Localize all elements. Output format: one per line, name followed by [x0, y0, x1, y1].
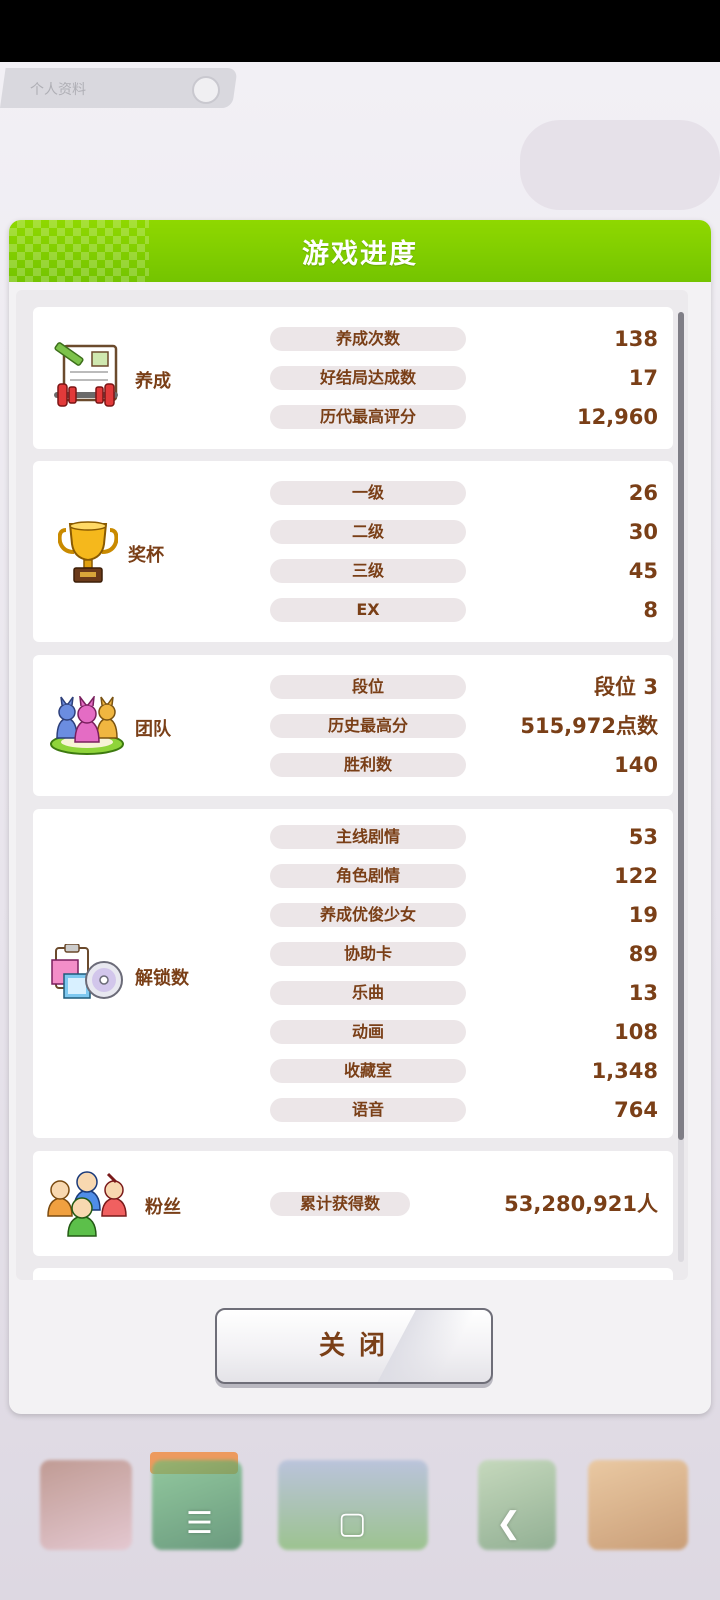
- music-value: 13: [628, 981, 658, 1005]
- training-notebook-dumbbell-icon: [54, 342, 118, 407]
- trophy-label: 奖杯: [128, 545, 164, 566]
- fans-label: 粉丝: [145, 1197, 181, 1218]
- profile-tab-label: 个人资料: [30, 82, 86, 98]
- status-bar: [0, 0, 720, 62]
- unlock-card: [33, 809, 673, 1138]
- training-label: 养成: [135, 371, 171, 392]
- scrollbar-thumb[interactable]: [678, 312, 684, 1140]
- fans-total-value: 53,280,921人: [504, 1192, 658, 1216]
- trophy-grade2-value: 30: [628, 520, 658, 544]
- menu-icon[interactable]: ☰: [186, 1506, 213, 1541]
- gold-trophy-icon: [58, 521, 118, 583]
- home-icon[interactable]: ▢: [338, 1506, 366, 1541]
- nav-gacha-icon[interactable]: [588, 1460, 688, 1550]
- fans-total-label: 累计获得数: [270, 1192, 410, 1216]
- background-decoration: [520, 120, 720, 210]
- character-story-value: 122: [614, 864, 658, 888]
- close-button[interactable]: 关闭: [215, 1308, 493, 1384]
- team-rank-value: 段位 3: [594, 675, 658, 699]
- dialog-title: 游戏进度: [302, 239, 418, 270]
- nav-character-icon[interactable]: [40, 1460, 132, 1550]
- unlock-label: 解锁数: [135, 968, 189, 989]
- voice-value: 764: [614, 1098, 658, 1122]
- fans-crowd-icon: [47, 1171, 127, 1237]
- animation-value: 108: [614, 1020, 658, 1044]
- back-icon[interactable]: ❮: [496, 1506, 521, 1541]
- main-story-value: 53: [628, 825, 658, 849]
- team-label: 团队: [135, 719, 171, 740]
- next-card-peek: [33, 1268, 673, 1280]
- team-wins-value: 140: [614, 753, 658, 777]
- best-rating-value: 12,960: [576, 405, 658, 429]
- collection-room-value: 1,348: [591, 1059, 658, 1083]
- trophy-ex-value: 8: [643, 598, 658, 622]
- training-count-value: 138: [614, 327, 658, 351]
- trainable-girls-value: 19: [628, 903, 658, 927]
- trophy-grade1-value: 26: [628, 481, 658, 505]
- support-card-value: 89: [628, 942, 658, 966]
- team-best-score-value: 515,972点数: [520, 714, 658, 738]
- team-figures-icon: [50, 696, 124, 755]
- close-button-label: 关闭: [318, 1331, 399, 1361]
- good-ending-value: 17: [628, 366, 658, 390]
- trophy-grade3-value: 45: [628, 559, 658, 583]
- profile-tab-badge-icon: [192, 76, 220, 104]
- collection-cards-disc-icon: [51, 944, 123, 999]
